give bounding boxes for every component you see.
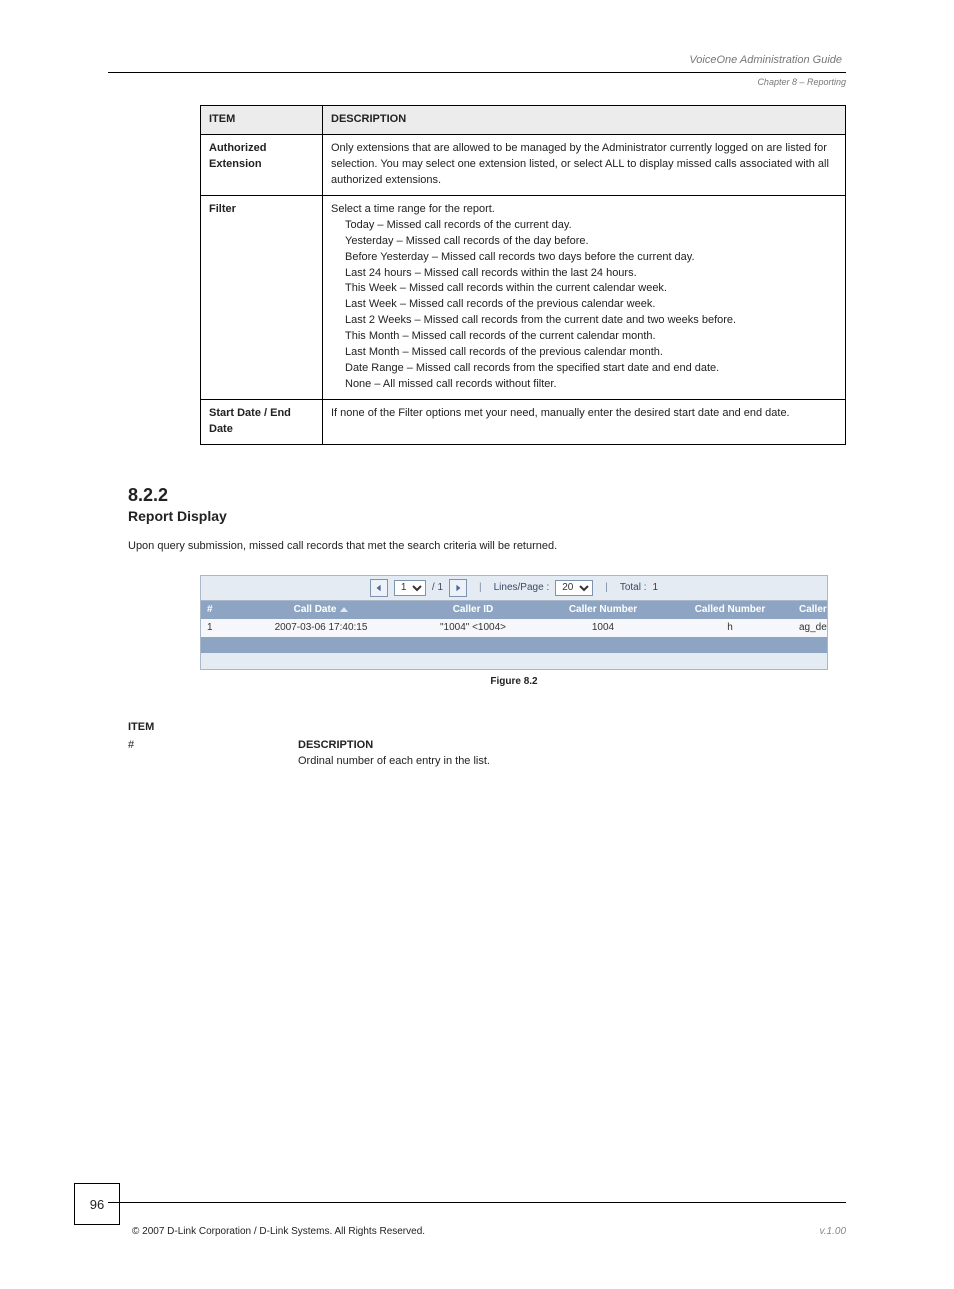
footer-version: v.1.00	[820, 1226, 847, 1237]
triangle-left-icon	[375, 584, 383, 592]
filter-opt-today: Today – Missed call records of the curre…	[345, 218, 837, 234]
footer-copyright: © 2007 D-Link Corporation / D-Link Syste…	[132, 1226, 425, 1237]
cell-caller-group: ag_default	[793, 622, 827, 633]
row-filter-desc: Select a time range for the report. Toda…	[323, 195, 846, 399]
filter-opt-none: None – All missed call records without f…	[345, 377, 837, 393]
total-count: 1	[653, 582, 659, 593]
cell-called-number: h	[667, 622, 793, 633]
row-dates-desc: If none of the Filter options met your n…	[323, 400, 846, 445]
section-number: 8.2.2	[128, 485, 954, 506]
page-total: / 1	[432, 582, 443, 593]
lines-per-page-select[interactable]: 20	[555, 580, 593, 596]
figure-caption: Figure 8.2	[200, 676, 828, 687]
th-desc: DESCRIPTION	[323, 106, 846, 135]
row-dates-label: Start Date / End Date	[201, 400, 323, 445]
desc-col-head: DESCRIPTION	[298, 737, 846, 754]
filter-opt-24h: Last 24 hours – Missed call records with…	[345, 266, 837, 282]
th-item: ITEM	[201, 106, 323, 135]
filter-options-table: ITEM DESCRIPTION Authorized Extension On…	[200, 105, 846, 445]
grid-header-row: # Call Date Caller ID Caller Number Call…	[201, 601, 827, 619]
filter-opt-yesterday: Yesterday – Missed call records of the d…	[345, 234, 837, 250]
cell-caller-id: "1004" <1004>	[407, 622, 539, 633]
col-called-number[interactable]: Called Number	[667, 604, 793, 615]
section-body: Upon query submission, missed call recor…	[128, 538, 846, 555]
cell-call-date: 2007-03-06 17:40:15	[235, 622, 407, 633]
section-title: Report Display	[128, 508, 954, 524]
filter-opt-2weeks: Last 2 Weeks – Missed call records from …	[345, 313, 837, 329]
filter-opt-lastmonth: Last Month – Missed call records of the …	[345, 345, 837, 361]
total-label: Total :	[620, 582, 647, 593]
chapter-label: Chapter 8 – Reporting	[0, 77, 846, 87]
missed-calls-grid: 1 / 1 | Lines/Page : 20 | Total : 1 # Ca…	[200, 575, 828, 670]
row-auth-ext-desc: Only extensions that are allowed to be m…	[323, 134, 846, 195]
filter-opt-daterange: Date Range – Missed call records from th…	[345, 361, 837, 377]
cell-index: 1	[201, 622, 235, 633]
desc-col-text: Ordinal number of each entry in the list…	[298, 753, 846, 770]
running-head: VoiceOne Administration Guide	[108, 54, 846, 66]
filter-opt-lastweek: Last Week – Missed call records of the p…	[345, 297, 837, 313]
desc-table-header: ITEM	[128, 721, 954, 733]
page-select[interactable]: 1	[394, 580, 426, 596]
row-filter-label: Filter	[201, 195, 323, 399]
lines-per-page-label: Lines/Page :	[494, 582, 550, 593]
filter-opt-thisweek: This Week – Missed call records within t…	[345, 281, 837, 297]
row-filter-intro: Select a time range for the report.	[331, 202, 837, 218]
filter-opt-before: Before Yesterday – Missed call records t…	[345, 250, 837, 266]
col-call-date[interactable]: Call Date	[235, 604, 407, 615]
triangle-right-icon	[454, 584, 462, 592]
desc-col-label: #	[128, 737, 298, 770]
prev-page-button[interactable]	[370, 579, 388, 597]
col-caller-id[interactable]: Caller ID	[407, 604, 539, 615]
grid-pager-bar: 1 / 1 | Lines/Page : 20 | Total : 1	[201, 576, 827, 601]
row-auth-ext-label: Authorized Extension	[201, 134, 323, 195]
filter-opt-thismonth: This Month – Missed call records of the …	[345, 329, 837, 345]
table-row[interactable]: 1 2007-03-06 17:40:15 "1004" <1004> 1004…	[201, 619, 827, 637]
page-number: 96	[74, 1183, 120, 1225]
col-caller-group[interactable]: Caller Group	[793, 604, 827, 615]
col-caller-number[interactable]: Caller Number	[539, 604, 667, 615]
cell-caller-number: 1004	[539, 622, 667, 633]
sort-asc-icon	[340, 607, 348, 612]
col-index[interactable]: #	[201, 604, 235, 615]
desc-table-row: # DESCRIPTION Ordinal number of each ent…	[128, 737, 846, 770]
next-page-button[interactable]	[449, 579, 467, 597]
